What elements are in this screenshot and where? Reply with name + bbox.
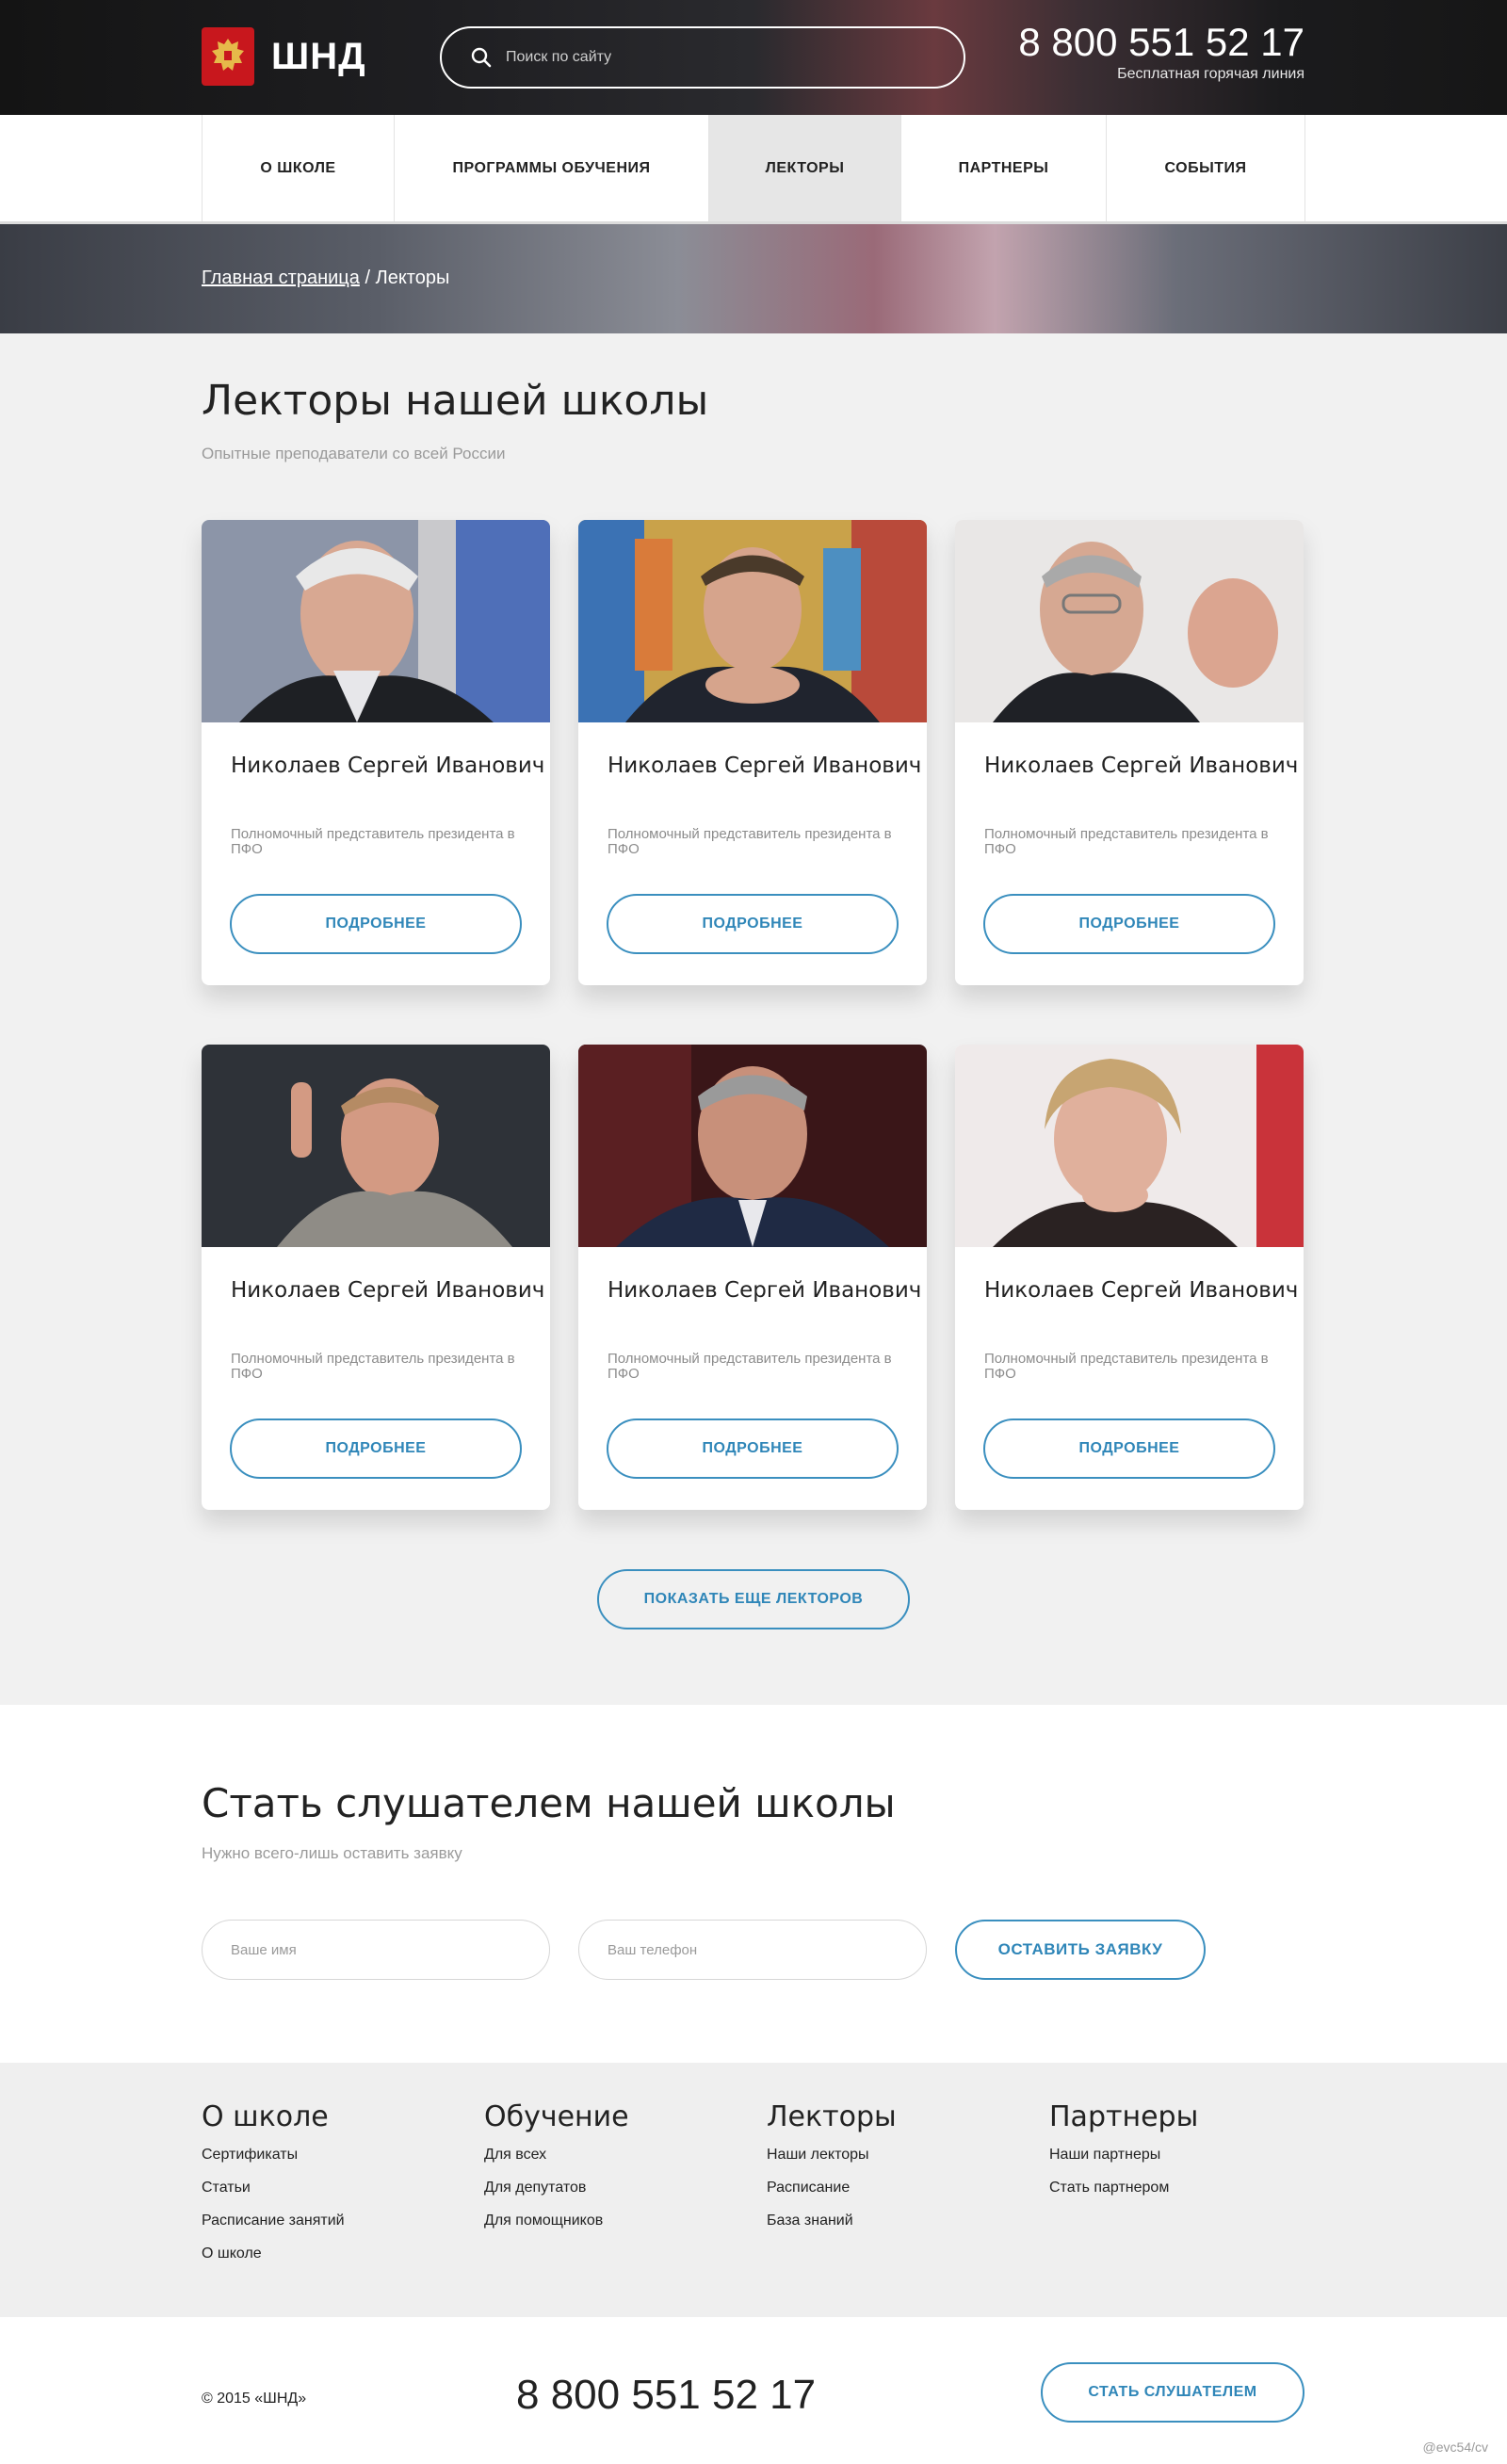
lecturer-name: Николаев Сергей Иванович bbox=[231, 1278, 545, 1303]
lecturer-name: Николаев Сергей Иванович bbox=[984, 754, 1299, 778]
lecturer-name: Николаев Сергей Иванович bbox=[231, 754, 545, 778]
copyright: © 2015 «ШНД» bbox=[202, 2391, 307, 2407]
coat-of-arms-icon bbox=[202, 27, 254, 86]
lecturer-details-button[interactable]: ПОДРОБНЕЕ bbox=[983, 1418, 1275, 1479]
footer-column-lecturers: Лекторы Наши лекторы Расписание База зна… bbox=[767, 2100, 897, 2245]
breadcrumb-home-link[interactable]: Главная страница bbox=[202, 267, 360, 288]
footer-link[interactable]: Для депутатов bbox=[484, 2180, 629, 2197]
subscribe-title: Стать слушателем нашей школы bbox=[202, 1780, 896, 1826]
nav-item-lecturers[interactable]: ЛЕКТОРЫ bbox=[709, 115, 901, 221]
hotline: 8 800 551 52 17 Бесплатная горячая линия bbox=[1018, 21, 1304, 83]
lecturer-details-button[interactable]: ПОДРОБНЕЕ bbox=[230, 894, 522, 954]
subscribe-subtitle: Нужно всего-лишь оставить заявку bbox=[202, 1844, 462, 1862]
phone-input[interactable] bbox=[608, 1941, 890, 1958]
show-more-lecturers-button[interactable]: ПОКАЗАТЬ ЕЩЕ ЛЕКТОРОВ bbox=[597, 1569, 910, 1629]
site-logo[interactable]: ШНД bbox=[202, 27, 366, 86]
footer-column-education: Обучение Для всех Для депутатов Для помо… bbox=[484, 2100, 629, 2245]
phone-field[interactable] bbox=[578, 1920, 927, 1980]
lecturer-card: Николаев Сергей Иванович Полномочный пре… bbox=[202, 520, 550, 985]
search-input[interactable] bbox=[506, 49, 939, 66]
footer-link[interactable]: О школе bbox=[202, 2245, 345, 2262]
name-field[interactable] bbox=[202, 1920, 550, 1980]
footer-column-about: О школе Сертификаты Статьи Расписание за… bbox=[202, 2100, 345, 2278]
nav-item-about[interactable]: О ШКОЛЕ bbox=[203, 115, 395, 221]
footer-link[interactable]: База знаний bbox=[767, 2213, 897, 2229]
submit-application-button[interactable]: ОСТАВИТЬ ЗАЯВКУ bbox=[955, 1920, 1206, 1980]
author-credit: @evc54/cv bbox=[1422, 2440, 1488, 2455]
footer-bottom: © 2015 «ШНД» 8 800 551 52 17 СТАТЬ СЛУША… bbox=[0, 2317, 1507, 2464]
lecturer-photo bbox=[202, 520, 550, 722]
footer-links: О школе Сертификаты Статьи Расписание за… bbox=[0, 2063, 1507, 2317]
become-listener-button[interactable]: СТАТЬ СЛУШАТЕЛЕМ bbox=[1041, 2362, 1304, 2423]
footer-phone[interactable]: 8 800 551 52 17 bbox=[516, 2372, 816, 2419]
lecturer-details-button[interactable]: ПОДРОБНЕЕ bbox=[230, 1418, 522, 1479]
lecturer-card: Николаев Сергей Иванович Полномочный пре… bbox=[578, 1045, 927, 1510]
nav-item-partners[interactable]: ПАРТНЕРЫ bbox=[901, 115, 1107, 221]
lecturer-details-button[interactable]: ПОДРОБНЕЕ bbox=[983, 894, 1275, 954]
lecturer-name: Николаев Сергей Иванович bbox=[608, 754, 922, 778]
footer-column-title: Обучение bbox=[484, 2100, 629, 2133]
search-icon bbox=[471, 47, 492, 68]
footer-link[interactable]: Наши партнеры bbox=[1049, 2147, 1198, 2164]
lecturer-card: Николаев Сергей Иванович Полномочный пре… bbox=[578, 520, 927, 985]
footer-column-title: О школе bbox=[202, 2100, 329, 2133]
hotline-caption: Бесплатная горячая линия bbox=[1117, 66, 1304, 82]
nav-item-events[interactable]: СОБЫТИЯ bbox=[1107, 115, 1304, 221]
subscribe-section bbox=[0, 1705, 1507, 2063]
footer-column-partners: Партнеры Наши партнеры Стать партнером bbox=[1049, 2100, 1198, 2213]
footer-link[interactable]: Для помощников bbox=[484, 2213, 629, 2229]
lecturers-title: Лекторы нашей школы bbox=[202, 377, 709, 425]
page-banner: Главная страница / Лекторы bbox=[0, 224, 1507, 333]
footer-link[interactable]: Стать партнером bbox=[1049, 2180, 1198, 2197]
breadcrumb: Главная страница / Лекторы bbox=[202, 267, 449, 289]
lecturers-subtitle: Опытные преподаватели со всей России bbox=[202, 445, 506, 462]
footer-link[interactable]: Статьи bbox=[202, 2180, 345, 2197]
lecturer-role: Полномочный представитель президента в П… bbox=[984, 826, 1269, 857]
nav-item-programs[interactable]: ПРОГРАММЫ ОБУЧЕНИЯ bbox=[395, 115, 709, 221]
lecturer-details-button[interactable]: ПОДРОБНЕЕ bbox=[607, 1418, 899, 1479]
breadcrumb-current: Лекторы bbox=[375, 267, 450, 288]
hotline-phone[interactable]: 8 800 551 52 17 bbox=[1018, 21, 1304, 64]
lecturer-card: Николаев Сергей Иванович Полномочный пре… bbox=[955, 520, 1304, 985]
lecturer-card: Николаев Сергей Иванович Полномочный пре… bbox=[202, 1045, 550, 1510]
lecturer-name: Николаев Сергей Иванович bbox=[984, 1278, 1299, 1303]
breadcrumb-separator: / bbox=[365, 267, 371, 288]
lecturer-role: Полномочный представитель президента в П… bbox=[608, 1351, 892, 1382]
lecturer-role: Полномочный представитель президента в П… bbox=[608, 826, 892, 857]
footer-link[interactable]: Наши лекторы bbox=[767, 2147, 897, 2164]
lecturer-role: Полномочный представитель президента в П… bbox=[231, 1351, 515, 1382]
name-input[interactable] bbox=[231, 1941, 513, 1958]
lecturer-role: Полномочный представитель президента в П… bbox=[984, 1351, 1269, 1382]
lecturer-photo bbox=[955, 520, 1304, 722]
lecturer-photo bbox=[955, 1045, 1304, 1247]
lecturer-photo bbox=[202, 1045, 550, 1247]
footer-link[interactable]: Расписание занятий bbox=[202, 2213, 345, 2229]
lecturer-details-button[interactable]: ПОДРОБНЕЕ bbox=[607, 894, 899, 954]
footer-link[interactable]: Для всех bbox=[484, 2147, 629, 2164]
lecturer-role: Полномочный представитель президента в П… bbox=[231, 826, 515, 857]
lecturer-photo bbox=[578, 1045, 927, 1247]
footer-link[interactable]: Сертификаты bbox=[202, 2147, 345, 2164]
lecturer-photo bbox=[578, 520, 927, 722]
footer-column-title: Лекторы bbox=[767, 2100, 897, 2133]
main-nav: О ШКОЛЕ ПРОГРАММЫ ОБУЧЕНИЯ ЛЕКТОРЫ ПАРТН… bbox=[0, 115, 1507, 224]
logo-text: ШНД bbox=[271, 35, 366, 77]
lecturer-card: Николаев Сергей Иванович Полномочный пре… bbox=[955, 1045, 1304, 1510]
lecturer-name: Николаев Сергей Иванович bbox=[608, 1278, 922, 1303]
search-box[interactable] bbox=[440, 26, 965, 89]
footer-link[interactable]: Расписание bbox=[767, 2180, 897, 2197]
site-header: ШНД 8 800 551 52 17 Бесплатная горячая л… bbox=[0, 0, 1507, 115]
footer-column-title: Партнеры bbox=[1049, 2100, 1199, 2133]
